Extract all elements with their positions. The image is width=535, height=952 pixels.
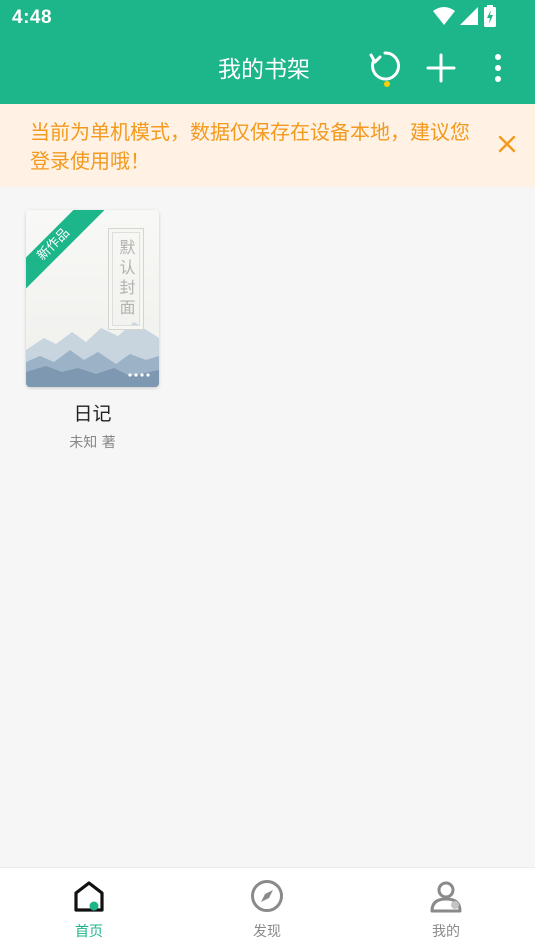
status-icons	[433, 5, 497, 31]
add-button[interactable]	[421, 50, 461, 90]
nav-item-discover[interactable]: 发现	[217, 878, 317, 941]
status-time: 4:48	[12, 7, 53, 28]
sync-icon	[367, 48, 403, 92]
page-title: 我的书架	[218, 57, 310, 83]
more-button[interactable]	[478, 50, 518, 90]
notice-close-button[interactable]	[493, 132, 521, 160]
close-icon	[497, 134, 517, 158]
wifi-icon	[433, 6, 455, 30]
profile-icon	[428, 878, 464, 914]
cover-title: 默认封面	[108, 228, 144, 330]
nav-item-mine[interactable]: 我的	[396, 878, 496, 941]
status-bar: 4:48	[0, 0, 535, 37]
home-icon	[71, 878, 107, 914]
more-vert-icon	[494, 54, 502, 86]
compass-icon	[249, 878, 285, 914]
cellular-signal-icon	[459, 6, 479, 30]
add-icon	[426, 53, 456, 87]
sync-button[interactable]	[365, 50, 405, 90]
app-bar: 我的书架	[0, 37, 535, 104]
book-item[interactable]: 默认封面 新作品 日记 未知 著	[26, 210, 159, 452]
notice-text: 当前为单机模式，数据仅保存在设备本地，建议您登录使用哦！	[30, 120, 470, 173]
book-cover[interactable]: 默认封面 新作品	[26, 210, 159, 387]
bottom-nav: 首页 发现 我的	[0, 867, 535, 952]
nav-label-home: 首页	[75, 924, 103, 940]
nav-label-mine: 我的	[432, 924, 460, 940]
nav-item-home[interactable]: 首页	[39, 878, 139, 941]
book-title[interactable]: 日记	[26, 399, 159, 426]
battery-charging-icon	[483, 5, 497, 31]
nav-label-discover: 发现	[253, 924, 281, 940]
offline-mode-notice: 当前为单机模式，数据仅保存在设备本地，建议您登录使用哦！	[0, 104, 535, 187]
book-author: 未知 著	[69, 435, 116, 451]
